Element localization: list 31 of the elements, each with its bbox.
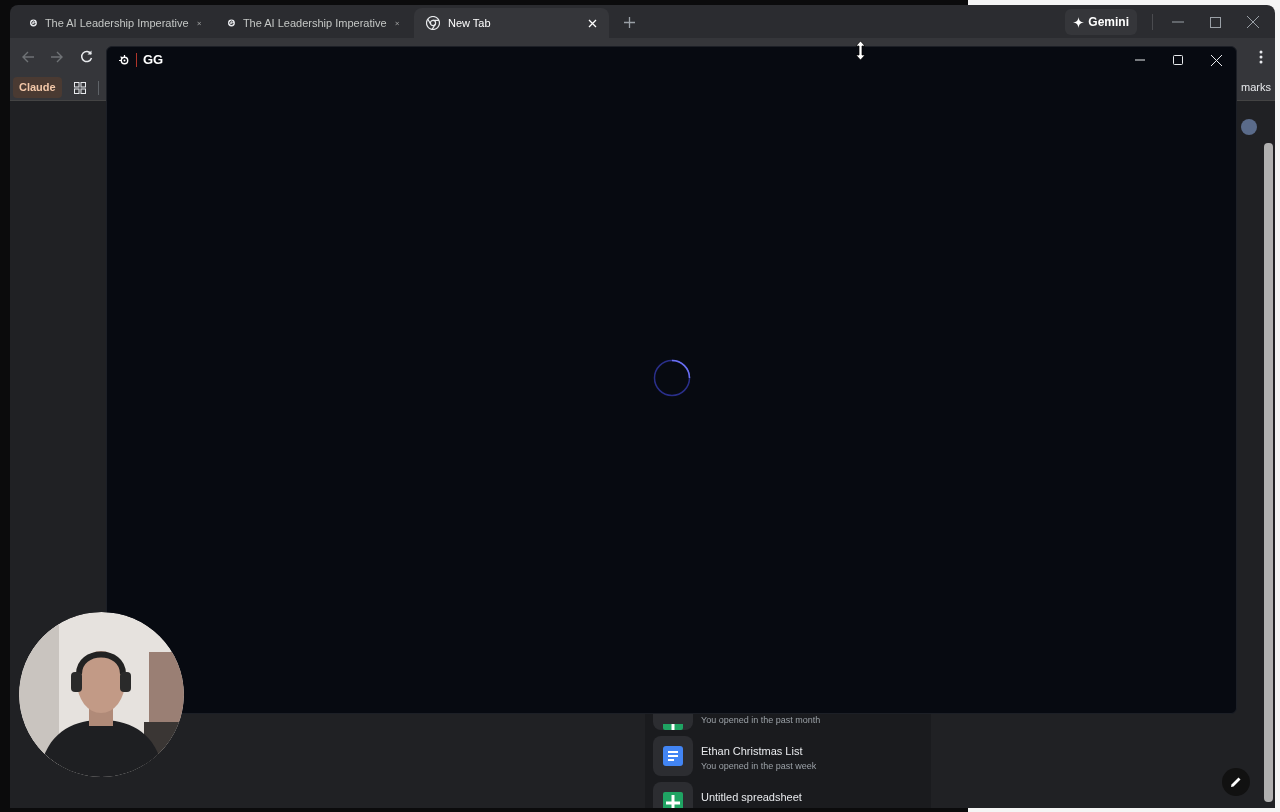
browser-tab[interactable]: New Tab (414, 8, 609, 38)
tab-title: New Tab (448, 15, 492, 31)
file-row[interactable]: Untitled spreadsheet (653, 782, 923, 808)
bookmarks-label[interactable]: marks (1241, 79, 1271, 96)
browser-tab[interactable]: The AI Leadership Imperative (18, 8, 213, 38)
sparkle-icon (1073, 16, 1085, 28)
chrome-logo-icon (426, 16, 440, 30)
document-icon (663, 746, 683, 766)
avatar[interactable] (1241, 119, 1257, 135)
forward-icon[interactable] (51, 50, 63, 63)
menu-icon[interactable] (1259, 49, 1263, 64)
pencil-icon (1230, 776, 1242, 788)
gear-logo-icon (119, 54, 130, 66)
file-row[interactable]: Ethan Christmas List You opened in the past week (653, 736, 923, 776)
spreadsheet-icon (663, 792, 683, 808)
scrollbar[interactable] (1263, 143, 1273, 802)
apps-grid-icon[interactable] (73, 81, 86, 94)
file-subtitle: You opened in the past month (701, 714, 821, 727)
reload-icon[interactable] (80, 50, 93, 63)
tab-title: The AI Leadership Imperative (242, 15, 387, 31)
app-title: GG (143, 51, 164, 70)
plus-icon[interactable] (624, 17, 635, 28)
browser-tab[interactable]: The AI Leadership Imperative (216, 8, 411, 38)
file-subtitle: You opened in the past week (701, 759, 817, 773)
bookmark-chip[interactable]: Claude (13, 77, 62, 98)
resize-cursor-icon (856, 41, 865, 60)
file-title: Untitled spreadsheet (701, 790, 802, 805)
tab-title: The AI Leadership Imperative (44, 15, 189, 31)
back-icon[interactable] (22, 50, 34, 63)
file-title: Ethan Christmas List (701, 744, 804, 759)
gemini-button[interactable]: Gemini (1065, 9, 1137, 35)
